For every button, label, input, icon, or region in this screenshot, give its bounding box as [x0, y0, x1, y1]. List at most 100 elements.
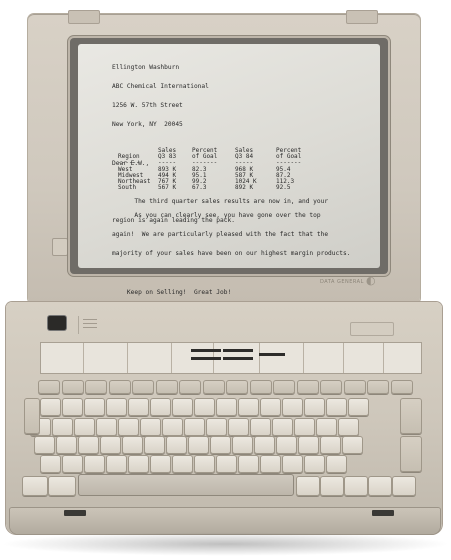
- key[interactable]: [150, 455, 171, 473]
- key[interactable]: [282, 455, 303, 473]
- table-cell: South: [118, 184, 137, 192]
- function-key[interactable]: [132, 380, 154, 394]
- key[interactable]: [40, 398, 61, 416]
- function-key[interactable]: [226, 380, 248, 394]
- key[interactable]: [118, 418, 139, 436]
- closing-line: As you can clearly see, you have gone ov…: [112, 211, 321, 219]
- function-key[interactable]: [400, 398, 422, 434]
- function-key[interactable]: [155, 380, 178, 394]
- key[interactable]: [106, 455, 127, 473]
- key[interactable]: [184, 418, 205, 436]
- key[interactable]: [62, 455, 83, 473]
- key[interactable]: [392, 476, 416, 496]
- key[interactable]: [294, 418, 315, 436]
- key[interactable]: [228, 418, 249, 436]
- address-line: New York, NY 20045: [112, 121, 183, 129]
- key[interactable]: [368, 476, 392, 496]
- spacebar[interactable]: [78, 474, 294, 496]
- key[interactable]: [162, 418, 183, 436]
- key[interactable]: [172, 455, 193, 473]
- key[interactable]: [282, 398, 303, 416]
- key[interactable]: [206, 418, 227, 436]
- key[interactable]: [338, 418, 359, 436]
- function-key[interactable]: [273, 380, 295, 394]
- key[interactable]: [326, 398, 347, 416]
- key[interactable]: [128, 455, 149, 473]
- function-key[interactable]: [343, 380, 366, 394]
- function-key[interactable]: [24, 398, 40, 434]
- strip-cell: [303, 343, 344, 373]
- key[interactable]: [78, 436, 99, 454]
- function-key[interactable]: [38, 380, 60, 394]
- key[interactable]: [272, 418, 293, 436]
- sales-table: Sales Percent Sales Percent Region Q3 83…: [118, 147, 308, 192]
- key[interactable]: [194, 398, 215, 416]
- key[interactable]: [194, 455, 215, 473]
- key[interactable]: [34, 436, 55, 454]
- key[interactable]: [96, 418, 117, 436]
- key[interactable]: [342, 436, 363, 454]
- key[interactable]: [52, 418, 73, 436]
- key[interactable]: [316, 418, 337, 436]
- key[interactable]: [344, 476, 368, 496]
- table-row: South 567 K 67.3 892 K 92.5: [118, 184, 308, 192]
- key[interactable]: [56, 436, 77, 454]
- function-key[interactable]: [400, 436, 422, 472]
- strip-highlight: [259, 353, 285, 356]
- key[interactable]: [320, 476, 344, 496]
- key[interactable]: [348, 398, 369, 416]
- key[interactable]: [298, 436, 319, 454]
- function-key[interactable]: [249, 380, 272, 394]
- key[interactable]: [188, 436, 209, 454]
- key[interactable]: [304, 398, 325, 416]
- key[interactable]: [296, 476, 320, 496]
- key[interactable]: [22, 476, 48, 496]
- key[interactable]: [320, 436, 341, 454]
- key[interactable]: [140, 418, 161, 436]
- key[interactable]: [304, 455, 325, 473]
- key[interactable]: [254, 436, 275, 454]
- strip-highlight: [191, 349, 221, 352]
- function-key[interactable]: [61, 380, 84, 394]
- key[interactable]: [48, 476, 76, 496]
- function-key[interactable]: [296, 380, 319, 394]
- right-slot: [350, 322, 394, 336]
- key[interactable]: [122, 436, 143, 454]
- function-key[interactable]: [179, 380, 201, 394]
- key[interactable]: [276, 436, 297, 454]
- function-key[interactable]: [320, 380, 342, 394]
- key[interactable]: [172, 398, 193, 416]
- function-key[interactable]: [367, 380, 389, 394]
- power-switch[interactable]: [48, 316, 66, 330]
- drop-shadow: [0, 532, 451, 556]
- key[interactable]: [260, 455, 281, 473]
- key[interactable]: [62, 398, 83, 416]
- key[interactable]: [40, 455, 61, 473]
- key[interactable]: [106, 398, 127, 416]
- key[interactable]: [232, 436, 253, 454]
- key[interactable]: [210, 436, 231, 454]
- function-key[interactable]: [108, 380, 131, 394]
- key[interactable]: [150, 398, 171, 416]
- key[interactable]: [100, 436, 121, 454]
- key[interactable]: [84, 455, 105, 473]
- table-cell: 67.3: [192, 184, 207, 192]
- key[interactable]: [250, 418, 271, 436]
- key[interactable]: [216, 455, 237, 473]
- key[interactable]: [238, 455, 259, 473]
- function-key[interactable]: [390, 380, 413, 394]
- function-key[interactable]: [202, 380, 225, 394]
- key[interactable]: [144, 436, 165, 454]
- key[interactable]: [216, 398, 237, 416]
- lid-hinge-right: [346, 10, 378, 24]
- key[interactable]: [74, 418, 95, 436]
- key[interactable]: [128, 398, 149, 416]
- function-key[interactable]: [85, 380, 107, 394]
- strip-cell: [41, 343, 84, 373]
- key[interactable]: [260, 398, 281, 416]
- key[interactable]: [166, 436, 187, 454]
- key[interactable]: [84, 398, 105, 416]
- key[interactable]: [238, 398, 259, 416]
- key[interactable]: [326, 455, 347, 473]
- brand-label: DATA GENERAL: [320, 279, 364, 285]
